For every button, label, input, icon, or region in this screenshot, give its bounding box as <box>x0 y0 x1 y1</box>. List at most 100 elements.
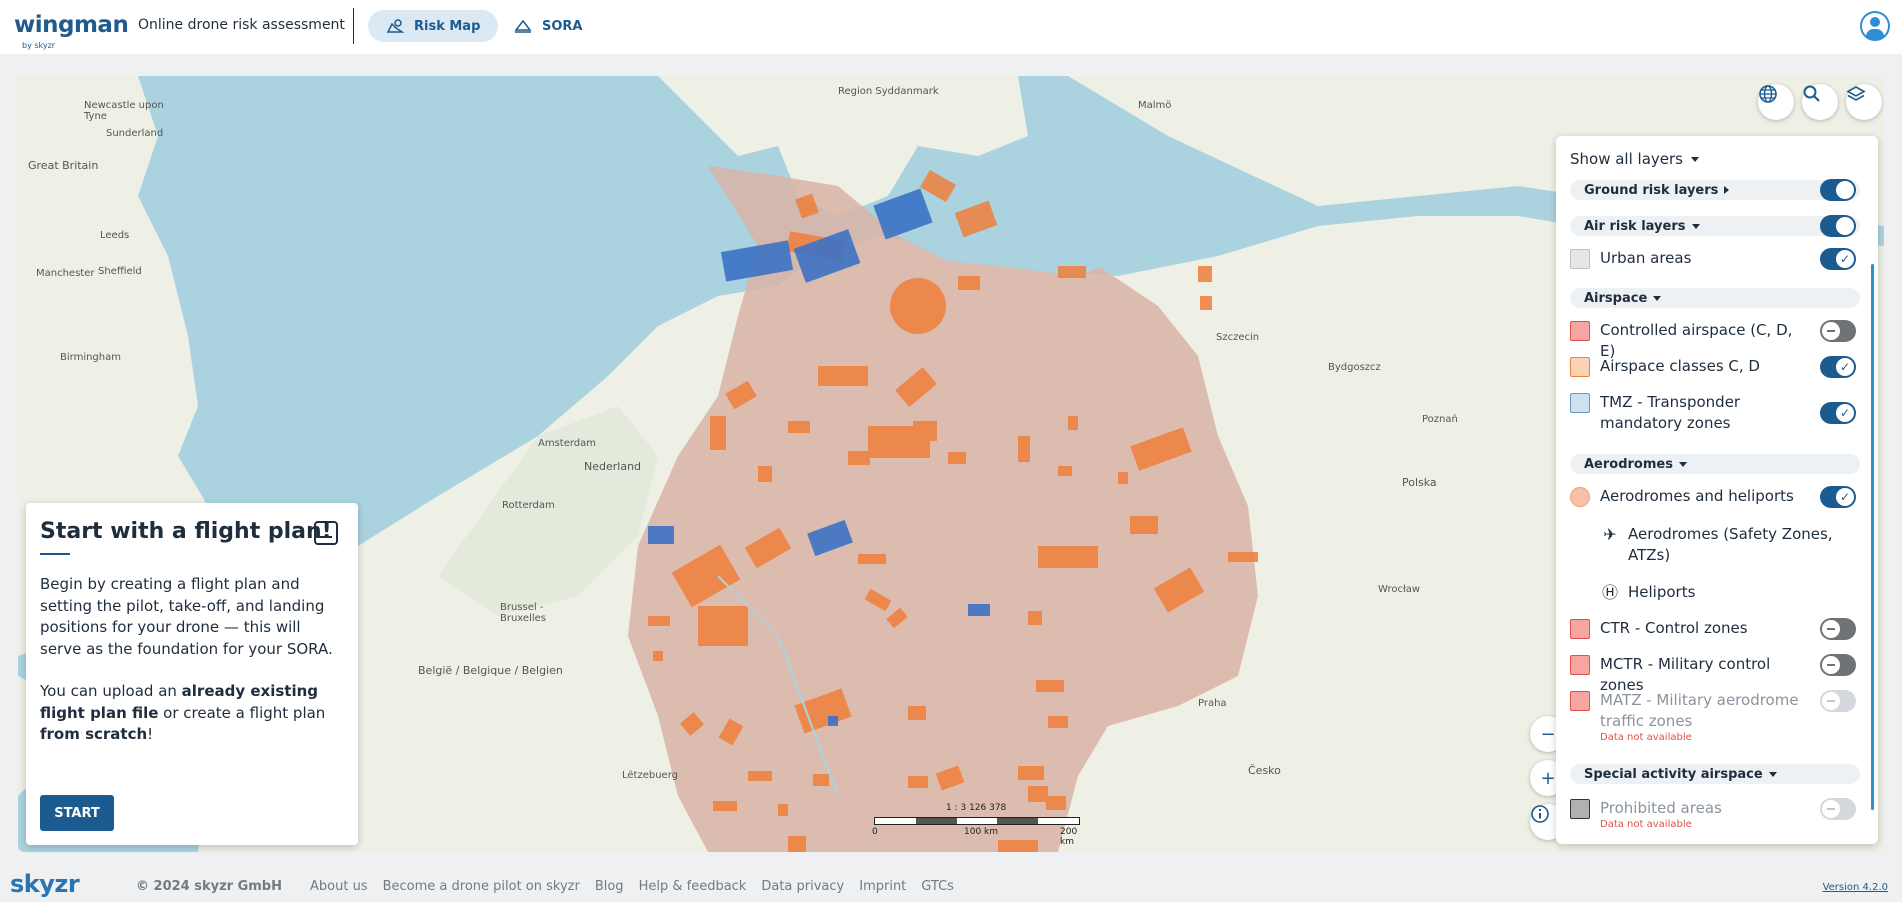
group-aerodromes-label: Aerodromes <box>1584 456 1673 472</box>
matz-not-available: Data not available <box>1600 732 1692 743</box>
toggle-matz <box>1820 690 1856 712</box>
user-avatar-icon[interactable] <box>1860 11 1890 41</box>
toggle-aerodromes-heliports[interactable] <box>1820 486 1856 508</box>
toggle-prohibited <box>1820 798 1856 820</box>
map-pin-icon <box>386 19 404 33</box>
chevron-down-icon <box>1690 156 1699 162</box>
chevron-down-icon <box>1678 461 1687 467</box>
toggle-air-risk[interactable] <box>1820 215 1856 237</box>
matz-label: MATZ - Military aerodrome traffic zones D… <box>1600 690 1810 744</box>
toggle-ground-risk[interactable] <box>1820 179 1856 201</box>
group-airspace[interactable]: Airspace <box>1570 288 1860 308</box>
footer-link-about[interactable]: About us <box>310 879 368 894</box>
aerodromes-safety-label: Aerodromes (Safety Zones, ATZs) <box>1628 525 1833 564</box>
flight-plan-card: Start with a flight plan! Begin by creat… <box>26 503 358 845</box>
globe-icon[interactable] <box>1758 84 1794 120</box>
info-icon <box>1531 805 1549 823</box>
layers-scrollbar[interactable] <box>1871 264 1874 810</box>
title-underline <box>40 553 70 555</box>
footer: skyzr © 2024 skyzr GmbH About us Become … <box>0 868 1902 902</box>
tmz-swatch <box>1570 393 1590 413</box>
ctr-label: CTR - Control zones <box>1600 619 1748 637</box>
top-header: wingman by skyzr Online drone risk asses… <box>0 0 1902 54</box>
layer-matz: MATZ - Military aerodrome traffic zones D… <box>1570 690 1860 744</box>
chevron-down-icon <box>1653 295 1662 301</box>
app-tagline: Online drone risk assessment <box>138 17 345 33</box>
scale-tick-0: 0 <box>872 827 878 837</box>
flight-plan-text: Begin by creating a flight plan and sett… <box>40 574 346 767</box>
footer-copyright: © 2024 skyzr GmbH <box>136 879 282 894</box>
header-divider <box>353 8 354 44</box>
toggle-urban-areas[interactable] <box>1820 248 1856 270</box>
chevron-down-icon <box>1768 771 1777 777</box>
group-ground-risk-label: Ground risk layers <box>1584 182 1719 198</box>
layers-panel: Show all layers Ground risk layers Air r… <box>1556 136 1878 844</box>
layer-tmz: TMZ - Transponder mandatory zones <box>1570 392 1860 434</box>
group-air-risk[interactable]: Air risk layers <box>1570 216 1860 236</box>
prohibited-label-text: Prohibited areas <box>1600 799 1722 817</box>
footer-links: About us Become a drone pilot on skyzr B… <box>310 879 954 894</box>
map-scale: 1 : 3 126 378 0 100 km 200 km <box>866 803 1086 847</box>
toggle-controlled-airspace[interactable] <box>1820 320 1856 342</box>
zoom-in-icon: + <box>1540 767 1556 789</box>
footer-version[interactable]: Version 4.2.0 <box>1823 882 1888 893</box>
prohibited-not-available: Data not available <box>1600 819 1692 830</box>
heliport-icon: Ⓗ <box>1601 583 1618 602</box>
footer-link-privacy[interactable]: Data privacy <box>761 879 844 894</box>
prohibited-label: Prohibited areas Data not available <box>1600 798 1810 831</box>
toggle-ctr[interactable] <box>1820 618 1856 640</box>
layers-icon[interactable] <box>1846 84 1882 120</box>
mctr-swatch <box>1570 655 1590 675</box>
flight-plan-intro: Begin by creating a flight plan and sett… <box>40 575 333 658</box>
flight-plan-title: Start with a flight plan! <box>40 519 332 544</box>
urban-areas-label: Urban areas <box>1600 249 1692 267</box>
nav-sora-label: SORA <box>542 18 583 34</box>
logo-subtext: by skyzr <box>22 41 56 50</box>
footer-link-help[interactable]: Help & feedback <box>639 879 747 894</box>
toggle-airspace-classes[interactable] <box>1820 356 1856 378</box>
start-button[interactable]: START <box>40 795 114 831</box>
hint-part-c: or create a flight plan <box>158 703 326 722</box>
footer-link-imprint[interactable]: Imprint <box>859 879 906 894</box>
wingman-logo[interactable]: wingman by skyzr <box>10 8 129 50</box>
footer-logo[interactable]: skyzr <box>10 870 80 898</box>
nav-risk-map[interactable]: Risk Map <box>368 10 499 42</box>
toggle-mctr[interactable] <box>1820 654 1856 676</box>
layer-prohibited: Prohibited areas Data not available <box>1570 798 1860 831</box>
scale-ratio: 1 : 3 126 378 <box>946 803 1007 813</box>
group-ground-risk[interactable]: Ground risk layers <box>1570 180 1860 200</box>
logo-text: wingman <box>14 12 129 38</box>
chevron-right-icon <box>1724 186 1730 194</box>
scale-tick-1: 100 km <box>964 827 999 837</box>
nav-risk-map-label: Risk Map <box>414 18 481 34</box>
matz-swatch <box>1570 691 1590 711</box>
layer-heliports: Ⓗ Heliports <box>1600 582 1850 603</box>
flight-plan-upload-hint: You can upload an already existing fligh… <box>40 681 346 746</box>
group-special-activity-label: Special activity airspace <box>1584 766 1763 782</box>
matz-label-text: MATZ - Military aerodrome traffic zones <box>1600 691 1799 730</box>
airspace-classes-label: Airspace classes C, D <box>1600 357 1760 375</box>
hint-from-scratch: from scratch <box>40 725 148 743</box>
nav-sora[interactable]: SORA <box>496 10 601 42</box>
group-aerodromes[interactable]: Aerodromes <box>1570 454 1860 474</box>
footer-link-gtcs[interactable]: GTCs <box>921 879 954 894</box>
heliports-label: Heliports <box>1628 583 1696 601</box>
chevron-down-icon <box>1691 223 1700 229</box>
controlled-swatch <box>1570 321 1590 341</box>
scale-bar <box>874 817 1080 825</box>
search-icon[interactable] <box>1802 84 1838 120</box>
minimize-icon[interactable] <box>314 521 338 545</box>
show-all-layers-dropdown[interactable]: Show all layers <box>1570 150 1699 168</box>
airplane-icon: ✈ <box>1603 525 1617 544</box>
layer-airspace-classes: Airspace classes C, D <box>1570 356 1860 378</box>
group-air-risk-label: Air risk layers <box>1584 218 1686 234</box>
sora-icon <box>514 19 532 33</box>
scale-tick-2: 200 km <box>1060 827 1078 847</box>
footer-link-blog[interactable]: Blog <box>595 879 624 894</box>
footer-link-become-pilot[interactable]: Become a drone pilot on skyzr <box>383 879 580 894</box>
toggle-tmz[interactable] <box>1820 402 1856 424</box>
hint-part-a: You can upload an <box>40 682 182 700</box>
classes-swatch <box>1570 357 1590 377</box>
group-special-activity[interactable]: Special activity airspace <box>1570 764 1860 784</box>
layer-urban-areas: Urban areas <box>1570 248 1860 270</box>
